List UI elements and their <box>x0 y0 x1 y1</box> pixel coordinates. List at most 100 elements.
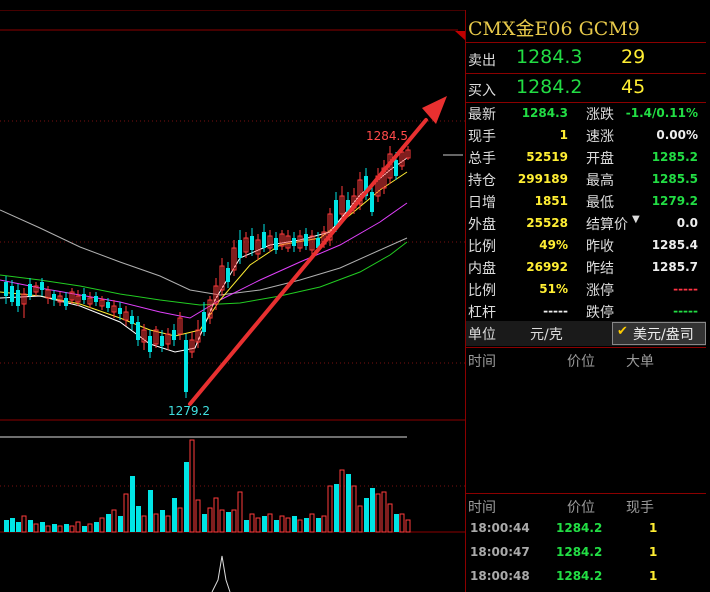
trades-header-price: 价位 <box>567 500 595 516</box>
volume-bar-up <box>75 521 81 533</box>
candle-body-down <box>394 160 398 176</box>
quote-inner-ratio: 比例 51% <box>468 282 568 299</box>
bigorder-header-big: 大单 <box>626 354 654 370</box>
candle-body-down <box>292 238 296 246</box>
volume-bar-up <box>33 523 39 533</box>
high-price-label: 1284.5 <box>366 129 408 143</box>
candle-body-down <box>148 336 152 352</box>
candle-body-down <box>106 302 110 308</box>
volume-bar-up <box>195 499 201 533</box>
volume-bar-up <box>357 505 363 533</box>
candle-body-down <box>160 336 164 346</box>
volume-bar-down <box>160 510 165 532</box>
volume-bar-up <box>399 513 405 533</box>
volume-bar-down <box>364 498 369 532</box>
volume-bar-down <box>148 490 153 532</box>
volume-bar-up <box>249 513 255 533</box>
volume-bar-up <box>375 493 381 533</box>
volume-bar-up <box>327 485 333 533</box>
candle-body-down <box>118 308 122 314</box>
volume-bar-up <box>237 491 243 533</box>
volume-bar-down <box>316 518 321 532</box>
candle-body-down <box>274 238 278 250</box>
candle-body-down <box>28 284 32 296</box>
volume-bar-down <box>292 516 297 532</box>
volume-bar-up <box>207 507 213 533</box>
volume-bar-down <box>130 476 135 532</box>
buy-price: 1284.2 <box>516 76 583 98</box>
volume-bar-up <box>381 491 387 533</box>
candle-body-down <box>334 200 338 226</box>
quote-speed: 速涨 0.00% <box>586 128 698 145</box>
candle-body-down <box>172 330 176 340</box>
unit-label: 单位 <box>468 327 496 343</box>
volume-bar-up <box>99 517 105 533</box>
volume-bar-up <box>153 513 159 533</box>
candle-body-down <box>64 298 68 306</box>
volume-bar-up <box>279 515 285 533</box>
volume-bar-down <box>346 474 351 532</box>
volume-bar-up <box>387 503 393 533</box>
volume-bar-up <box>213 497 219 533</box>
volume-bar-up <box>297 519 303 533</box>
candle-body-down <box>82 294 86 300</box>
quote-change: 涨跌 -1.4/0.11% <box>586 106 698 123</box>
candle-body-down <box>94 296 98 302</box>
sell-label: 卖出 <box>468 53 496 69</box>
volume-bar-up <box>87 523 93 533</box>
quote-limit-up: 涨停 ----- <box>586 282 698 299</box>
volume-bar-up <box>309 513 315 533</box>
volume-bar-up <box>405 519 411 533</box>
candle-body-down <box>250 236 254 250</box>
volume-bar-down <box>226 512 231 532</box>
volume-bar-down <box>10 518 15 532</box>
trades-header-time: 时间 <box>468 500 496 516</box>
volume-bar-up <box>165 515 171 533</box>
kline-chart[interactable]: 1284.5 1279.2 <box>0 0 465 592</box>
quote-low: 最低 1279.2 <box>586 194 698 211</box>
volume-bar-down <box>184 462 189 532</box>
volume-bar-down <box>118 516 123 532</box>
bigorder-header-time: 时间 <box>468 354 496 370</box>
candle-body-down <box>238 240 242 258</box>
unit-toggle-button[interactable]: ✔ 美元/盎司 <box>612 322 706 345</box>
volume-bar-up <box>177 507 183 533</box>
candle-body-down <box>4 282 8 296</box>
quote-current-volume: 现手 1 <box>468 128 568 145</box>
contract-title: CMX金E06 GCM9 <box>468 18 640 40</box>
volume-bar-down <box>244 520 249 532</box>
unit-value[interactable]: 元/克 <box>530 324 563 344</box>
quote-outer-volume: 外盘 25528 <box>468 216 568 233</box>
quote-daily-increase: 日增 1851 <box>468 194 568 211</box>
candle-body-down <box>130 316 134 324</box>
volume-bar-up <box>141 515 147 533</box>
sell-qty: 29 <box>621 46 646 68</box>
bigorder-header-price: 价位 <box>567 354 595 370</box>
check-icon: ✔ <box>617 324 628 339</box>
volume-bar-down <box>370 488 375 532</box>
quote-high: 最高 1285.5 <box>586 172 698 189</box>
corner-marker <box>455 31 465 40</box>
volume-bar-down <box>82 526 87 532</box>
candle-body-down <box>10 286 14 302</box>
buy-row[interactable]: 买入 1284.2 45 <box>466 75 706 101</box>
quote-leverage: 杠杆 ----- <box>468 304 568 321</box>
sell-row[interactable]: 卖出 1284.3 29 <box>466 45 706 71</box>
candle-body-down <box>226 268 230 282</box>
unit-option-label: 美元/盎司 <box>633 327 694 343</box>
volume-bar-up <box>339 469 345 533</box>
volume-bar-down <box>136 506 141 532</box>
trend-arrow-shaft <box>188 118 428 406</box>
trade-row: 18:00:44 1284.2 1 <box>470 521 658 535</box>
volume-bar-down <box>94 522 99 532</box>
candlesticks <box>4 146 411 398</box>
volume-bar-down <box>64 524 69 532</box>
quote-open: 开盘 1285.2 <box>586 150 698 167</box>
sell-price: 1284.3 <box>516 46 583 68</box>
candle-body-down <box>262 232 266 248</box>
volume-bar-up <box>267 513 273 533</box>
dropdown-arrow-icon[interactable]: ▼ <box>632 214 640 225</box>
candle-body-down <box>52 294 56 300</box>
quote-settlement[interactable]: 结算价 ▼ 0.0 <box>586 212 698 234</box>
trade-row: 18:00:47 1284.2 1 <box>470 545 658 559</box>
